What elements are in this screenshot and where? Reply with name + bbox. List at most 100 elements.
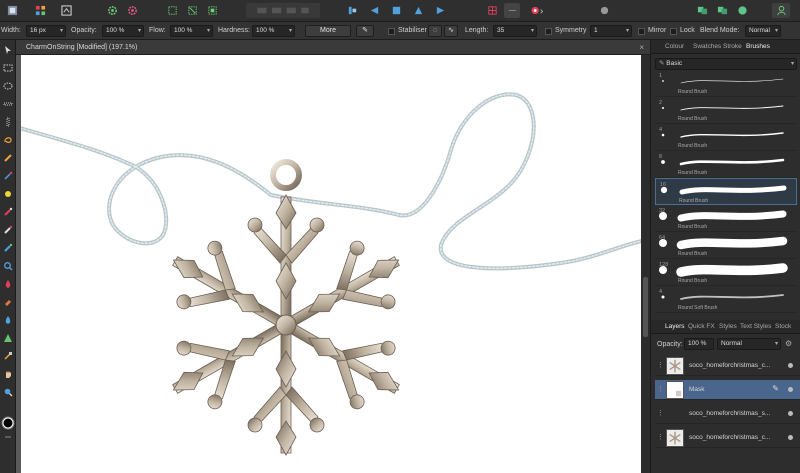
tab-text-styles[interactable]: Text Styles bbox=[740, 323, 771, 330]
drag-handle-icon[interactable]: ⋮ bbox=[657, 385, 664, 393]
visibility-toggle-icon[interactable] bbox=[788, 363, 793, 368]
liquify-persona-icon[interactable] bbox=[32, 3, 48, 18]
snapping-icon[interactable] bbox=[484, 3, 500, 18]
flood-select-icon[interactable] bbox=[2, 170, 14, 182]
assistant-icon[interactable] bbox=[526, 3, 548, 18]
rotate-left-icon[interactable] bbox=[410, 3, 426, 18]
arrange-buttons-group[interactable] bbox=[246, 3, 320, 18]
brush-options-icon[interactable]: ✎ bbox=[356, 25, 374, 37]
layer-row[interactable]: ⋮ soco_homeforchristmas_c... bbox=[655, 428, 800, 448]
drag-handle-icon[interactable]: ⋮ bbox=[657, 409, 664, 417]
invert-selection-icon[interactable] bbox=[204, 3, 220, 18]
layer-row[interactable]: ⋮ Mask ✎ bbox=[655, 380, 800, 400]
freehand-selection-icon[interactable] bbox=[2, 134, 14, 146]
layer-row[interactable]: ⋮ soco_homeforchristmas_c... bbox=[655, 356, 800, 376]
sharpen-tool-icon[interactable] bbox=[2, 332, 14, 344]
brush-item[interactable]: 8 Round Brush bbox=[655, 151, 797, 178]
flow-field[interactable]: 100 % ▾ bbox=[170, 25, 213, 37]
hardness-field[interactable]: 100 % ▾ bbox=[252, 25, 295, 37]
brush-item[interactable]: 64 Round Brush bbox=[655, 232, 797, 259]
tab-stock[interactable]: Stock bbox=[775, 323, 791, 330]
align-left-icon[interactable] bbox=[344, 3, 360, 18]
brush-item[interactable]: 128 Round Brush bbox=[655, 259, 797, 286]
account-user-icon[interactable] bbox=[772, 3, 790, 18]
more-button[interactable]: More bbox=[305, 25, 351, 37]
rectangle-marquee-icon[interactable] bbox=[2, 62, 14, 74]
settings-gear-icon[interactable] bbox=[104, 3, 120, 18]
row-marquee-icon[interactable] bbox=[2, 98, 14, 110]
rotate-right-icon[interactable] bbox=[432, 3, 448, 18]
help-icon[interactable] bbox=[596, 3, 612, 18]
export-persona-icon[interactable] bbox=[58, 3, 74, 18]
visibility-toggle-icon[interactable] bbox=[788, 387, 793, 392]
color-wheel-icon[interactable] bbox=[124, 3, 140, 18]
visibility-toggle-icon[interactable] bbox=[788, 411, 793, 416]
vertical-scrollbar[interactable] bbox=[641, 55, 650, 473]
brush-item[interactable]: 32 Round Brush bbox=[655, 205, 797, 232]
crop-tool-icon[interactable] bbox=[2, 188, 14, 200]
tab-quick-fx[interactable]: Quick FX bbox=[688, 323, 715, 330]
symmetry-field[interactable]: 1 ▾ bbox=[590, 25, 632, 37]
drag-handle-icon[interactable]: ⋮ bbox=[657, 433, 664, 441]
erase-tool-icon[interactable] bbox=[2, 296, 14, 308]
magnifier-icon[interactable] bbox=[2, 386, 14, 398]
studio-color-icon[interactable] bbox=[734, 3, 750, 18]
visibility-toggle-icon[interactable] bbox=[788, 435, 793, 440]
stabiliser-checkbox[interactable] bbox=[388, 28, 395, 35]
width-field[interactable]: 16 px ▾ bbox=[26, 25, 66, 37]
symmetry-checkbox[interactable] bbox=[545, 28, 552, 35]
flip-vertical-icon[interactable] bbox=[388, 3, 404, 18]
layer-opacity-field[interactable]: 100 % bbox=[684, 338, 714, 350]
drag-handle-icon[interactable]: ⋮ bbox=[657, 361, 664, 369]
stabiliser-rope-icon[interactable]: ∿ bbox=[444, 25, 458, 37]
pixel-persona-icon[interactable] bbox=[4, 3, 20, 18]
studio-layers-icon[interactable] bbox=[714, 3, 730, 18]
length-field[interactable]: 35 ▾ bbox=[493, 25, 537, 37]
brush-item[interactable]: 16 Round Brush bbox=[655, 178, 797, 205]
scrollbar-thumb[interactable] bbox=[643, 277, 648, 337]
fill-tool-icon[interactable] bbox=[2, 278, 14, 290]
view-hand-icon[interactable] bbox=[2, 368, 14, 380]
selection-brush-icon[interactable] bbox=[2, 152, 14, 164]
brush-category-select[interactable]: ✎ Basic ▾ bbox=[655, 58, 797, 70]
layer-settings-gear-icon[interactable]: ⚙ bbox=[785, 339, 792, 348]
close-icon[interactable]: × bbox=[639, 43, 644, 52]
layer-blend-select[interactable]: Normal ▾ bbox=[717, 338, 781, 350]
tab-swatches[interactable]: Swatches bbox=[693, 43, 721, 50]
pixel-tool-icon[interactable] bbox=[2, 224, 14, 236]
paint-brush-tool-icon[interactable] bbox=[2, 206, 14, 218]
primary-color-swatch[interactable] bbox=[1, 416, 15, 430]
opacity-field[interactable]: 100 % ▾ bbox=[102, 25, 144, 37]
color-replacement-icon[interactable] bbox=[2, 242, 14, 254]
tab-styles[interactable]: Styles bbox=[719, 323, 737, 330]
select-all-icon[interactable] bbox=[164, 3, 180, 18]
document-tab[interactable]: CharmOnString [Modified] (197.1%) × bbox=[16, 40, 650, 55]
brush-name-label: Round Brush bbox=[679, 198, 709, 204]
tab-colour[interactable]: Colour bbox=[665, 43, 684, 50]
column-marquee-icon[interactable] bbox=[2, 116, 14, 128]
ellipse-marquee-icon[interactable] bbox=[2, 80, 14, 92]
tab-layers[interactable]: Layers bbox=[665, 323, 685, 330]
blend-mode-select[interactable]: Normal ▾ bbox=[745, 25, 781, 37]
flip-horizontal-icon[interactable] bbox=[366, 3, 382, 18]
brush-item[interactable]: 4 Round Brush bbox=[655, 124, 797, 151]
document-canvas[interactable] bbox=[16, 55, 641, 473]
studio-panels-icon[interactable] bbox=[694, 3, 710, 18]
layer-row[interactable]: ⋮ soco_homeforchristmas_s... bbox=[655, 404, 800, 424]
stabiliser-window-icon[interactable]: ◌ bbox=[428, 25, 442, 37]
color-picker-icon[interactable] bbox=[2, 350, 14, 362]
snapping-options-icon[interactable] bbox=[504, 3, 520, 18]
brush-item[interactable]: 1 Round Brush bbox=[655, 70, 797, 97]
brush-item[interactable]: 2 Round Brush bbox=[655, 97, 797, 124]
deselect-icon[interactable] bbox=[184, 3, 200, 18]
swap-colors-icon[interactable] bbox=[4, 433, 12, 441]
lock-checkbox[interactable] bbox=[670, 28, 677, 35]
brush-item[interactable]: 4 Round Soft Brush bbox=[655, 286, 797, 313]
canvas-area[interactable] bbox=[16, 55, 641, 473]
mirror-checkbox[interactable] bbox=[638, 28, 645, 35]
zoom-tool-icon[interactable] bbox=[2, 260, 14, 272]
move-tool-icon[interactable] bbox=[2, 44, 14, 56]
tab-brushes[interactable]: Brushes bbox=[746, 43, 770, 50]
tab-stroke[interactable]: Stroke bbox=[723, 43, 742, 50]
blur-tool-icon[interactable] bbox=[2, 314, 14, 326]
